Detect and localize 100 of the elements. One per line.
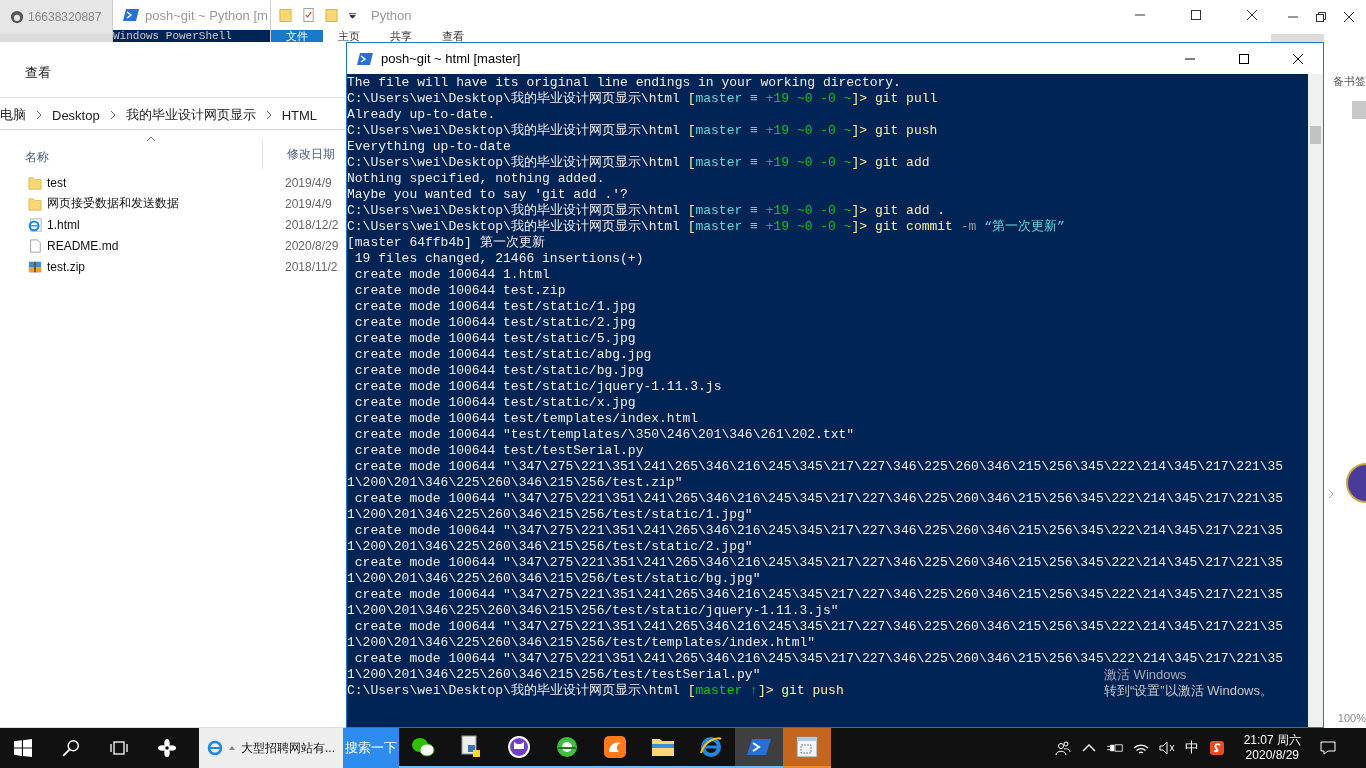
sogou-icon[interactable] xyxy=(1208,740,1225,756)
terminal-line: create mode 100644 1.html xyxy=(353,267,550,283)
terminal-line: 1\200\201\346\225\260\346\215\256/test/static/bg.jpg" xyxy=(347,571,761,587)
bookmark-hint: 备书签 xyxy=(1333,74,1366,89)
folder-icon xyxy=(28,174,42,191)
breadcrumb-item[interactable]: 电脑 xyxy=(0,106,26,124)
file-date: 2019/4/9 xyxy=(285,196,332,211)
folder-icon xyxy=(28,195,42,212)
close-icon[interactable] xyxy=(1247,10,1257,20)
orb-icon xyxy=(1346,463,1366,503)
terminal-line: 19 files changed, 21466 insertions(+) xyxy=(353,251,644,267)
python-file-icon xyxy=(459,735,483,759)
ribbon-tab[interactable]: 文件 xyxy=(271,30,323,42)
maximize-icon[interactable] xyxy=(1191,10,1201,20)
file-name[interactable]: 1.html xyxy=(47,217,285,232)
terminal-line: 1\200\201\346\225\260\346\215\256/test/templates/index.html" xyxy=(347,635,816,651)
terminal-line: create mode 100644 "\347\275\221\351\241\265\346\216\245\345\217\227\346\225\260\346\215\256\345\222\214\345\217\221\35 xyxy=(353,523,1284,539)
dropdown-icon[interactable] xyxy=(348,10,357,20)
terminal-line: create mode 100644 test/testSerial.py xyxy=(353,443,644,459)
browser-icon xyxy=(699,735,723,759)
terminal-line: create mode 100644 test/static/x.jpg xyxy=(353,395,636,411)
file-date: 2018/11/2 xyxy=(285,259,338,274)
terminal-line: create mode 100644 test.zip xyxy=(353,283,566,299)
scrollbar[interactable] xyxy=(1352,101,1366,119)
terminal-line: create mode 100644 test/static/bg.jpg xyxy=(353,363,644,379)
terminal-line: 1\200\201\346\225\260\346\215\256/test/static/2.jpg" xyxy=(347,539,753,555)
breadcrumb-item[interactable]: HTML xyxy=(281,107,318,123)
checklist-icon[interactable] xyxy=(302,7,315,23)
search-field[interactable]: 大型招聘网站有... xyxy=(199,728,343,768)
pinwheel-icon[interactable] xyxy=(158,739,176,757)
column-header[interactable]: 修改日期 xyxy=(263,145,335,163)
column-header[interactable]: 名称 xyxy=(0,139,263,169)
windows-start-icon[interactable] xyxy=(14,739,32,757)
close-icon[interactable] xyxy=(1293,53,1303,64)
app-window-icon xyxy=(795,735,819,759)
window-title: Python xyxy=(371,7,412,23)
globe-icon xyxy=(555,735,579,759)
scrollbar[interactable] xyxy=(1308,74,1323,727)
prompt-line: C:\Users\wei\Desktop\我的毕业设计网页显示\html [master ≡ +19 ~0 -0 ~]> git push xyxy=(347,123,938,139)
terminal-line: create mode 100644 test/static/abg.jpg xyxy=(353,347,652,363)
browser-icon xyxy=(207,740,223,756)
file-name[interactable]: test.zip xyxy=(47,259,285,274)
window-title: posh~git ~ html [master] xyxy=(381,51,521,66)
zoom-level: 100% xyxy=(1337,712,1366,724)
powershell-icon xyxy=(123,9,139,21)
close-icon[interactable] xyxy=(1344,12,1354,22)
volume-icon[interactable] xyxy=(1158,740,1175,756)
people-icon[interactable] xyxy=(1054,740,1071,756)
prompt-line: C:\Users\wei\Desktop\我的毕业设计网页显示\html [master ≡ +19 ~0 -0 ~]> git add xyxy=(347,155,930,171)
ribbon-tab[interactable]: 查看 xyxy=(25,63,51,82)
prompt-line: C:\Users\wei\Desktop\我的毕业设计网页显示\html [master ↑]> git push xyxy=(347,683,844,699)
ribbon-tab[interactable]: 共享 xyxy=(375,30,427,42)
terminal-line: Maybe you wanted to say 'git add .'? xyxy=(347,187,628,203)
terminal-line: create mode 100644 test/static/5.jpg xyxy=(353,331,636,347)
clock-time[interactable]: 21:07 周六 xyxy=(1243,733,1301,748)
terminal-line: create mode 100644 "\347\275\221\351\241\265\346\216\245\345\217\227\346\225\260\346\215\256\345\222\214\345\217\221\35 xyxy=(353,587,1284,603)
terminal-line: create mode 100644 test/static/2.jpg xyxy=(353,315,636,331)
terminal-line: The file will have its original line endings in your working directory. xyxy=(347,75,901,91)
browser-file-icon xyxy=(28,216,42,233)
maximize-icon[interactable] xyxy=(1239,53,1249,64)
clock-date[interactable]: 2020/8/29 xyxy=(1245,748,1299,763)
terminal-line: create mode 100644 "\347\275\221\351\241\265\346\216\245\345\217\227\346\225\260\346\215\256\345\222\214\345\217\221\35 xyxy=(353,619,1284,635)
terminal-line: 1\200\201\346\225\260\346\215\256/test/static/jquery-1.11.3.js" xyxy=(347,603,839,619)
task-view-icon[interactable] xyxy=(110,739,128,757)
file-name[interactable]: README.md xyxy=(47,238,285,253)
caret-icon xyxy=(229,746,235,750)
terminal-line: [master 64ffb4b] 第一次更新 xyxy=(347,235,545,251)
window-title: posh~git ~ Python [m xyxy=(145,7,268,23)
address-bar[interactable]: 电脑 Desktop 我的毕业设计网页显示 HTML xyxy=(0,101,346,130)
terminal-line: create mode 100644 "\347\275\221\351\241\265\346\216\245\345\217\227\346\225\260\346\215\256\345\222\214\345\217\221\35 xyxy=(353,459,1284,475)
chevron-icon xyxy=(109,110,116,120)
terminal-line: 1\200\201\346\225\260\346\215\256/test/static/1.jpg" xyxy=(347,507,753,523)
squirrel-icon xyxy=(603,735,627,759)
terminal-line: create mode 100644 "\347\275\221\351\241\265\346\216\245\345\217\227\346\225\260\346\215\256\345\222\214\345\217\221\35 xyxy=(353,651,1284,667)
prompt-line: C:\Users\wei\Desktop\我的毕业设计网页显示\html [master ≡ +19 ~0 -0 ~]> git add . xyxy=(347,203,946,219)
breadcrumb-item[interactable]: Desktop xyxy=(52,107,100,123)
activation-hint: 转到“设置”以激活 Windows。 xyxy=(1104,683,1273,699)
chevron-icon xyxy=(265,110,272,120)
notification-icon[interactable] xyxy=(1320,740,1336,756)
breadcrumb-item[interactable]: 我的毕业设计网页显示 xyxy=(125,106,256,124)
file-name[interactable]: 网页接受数据和发送数据 xyxy=(47,195,285,212)
activation-title: 激活 Windows xyxy=(1104,667,1188,682)
ribbon-tab[interactable]: 主页 xyxy=(323,30,375,42)
file-name[interactable]: test xyxy=(47,175,285,190)
chat-bubbles-icon xyxy=(411,735,435,759)
terminal-line: create mode 100644 "\347\275\221\351\241\265\346\216\245\345\217\227\346\225\260\346\215\256\345\222\214\345\217\221\35 xyxy=(353,491,1284,507)
file-date: 2018/12/2 xyxy=(285,217,339,232)
powershell-icon xyxy=(357,52,373,65)
terminal-line: create mode 100644 "test/templates/\350\246\201\346\261\202.txt" xyxy=(353,427,855,443)
prompt-line: C:\Users\wei\Desktop\我的毕业设计网页显示\html [master ≡ +19 ~0 -0 ~]> git commit -m “第一次更新” xyxy=(347,219,1065,235)
restore-icon[interactable] xyxy=(1316,12,1326,22)
chevron-icon xyxy=(36,110,42,120)
ribbon-tab[interactable]: 查看 xyxy=(427,30,479,42)
sort-caret-icon xyxy=(146,136,156,142)
terminal-line: create mode 100644 test/static/jquery-1.11.3.js xyxy=(353,379,722,395)
terminal-line: Already up-to-date. xyxy=(347,107,496,123)
input-method[interactable]: 中 xyxy=(1184,739,1199,757)
file-date: 2019/4/9 xyxy=(285,175,332,190)
search-icon[interactable] xyxy=(62,739,80,757)
terminal-line: 1\200\201\346\225\260\346\215\256/test.zip" xyxy=(347,475,683,491)
